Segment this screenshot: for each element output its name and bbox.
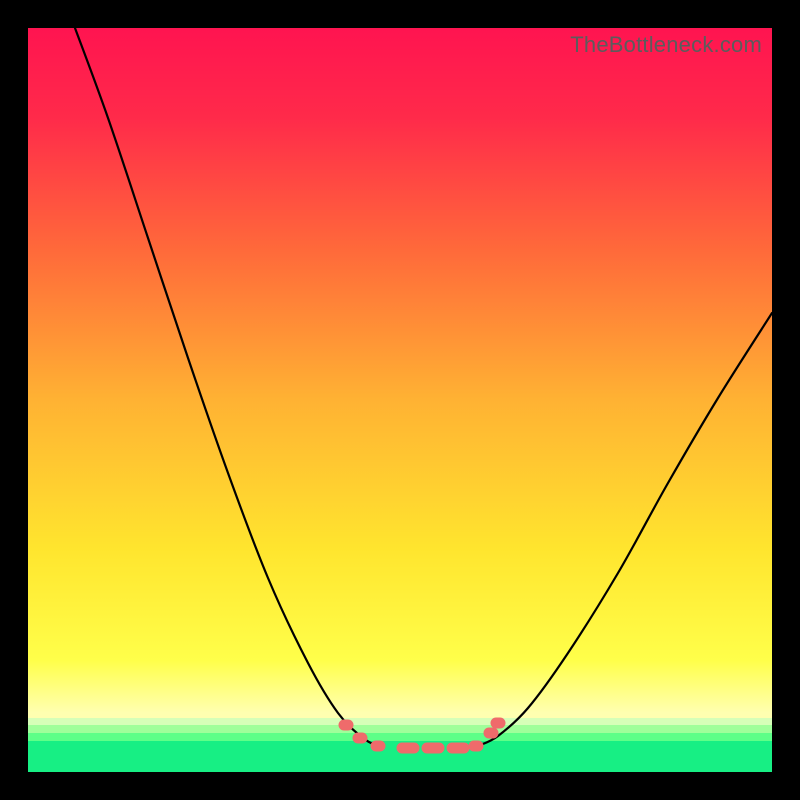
chart-frame: TheBottleneck.com: [0, 0, 800, 800]
valley-markers: [344, 723, 500, 748]
right-curve: [478, 313, 772, 746]
watermark-text: TheBottleneck.com: [570, 32, 762, 58]
left-curve: [75, 28, 378, 746]
curve-layer: [28, 28, 772, 772]
plot-area: TheBottleneck.com: [28, 28, 772, 772]
